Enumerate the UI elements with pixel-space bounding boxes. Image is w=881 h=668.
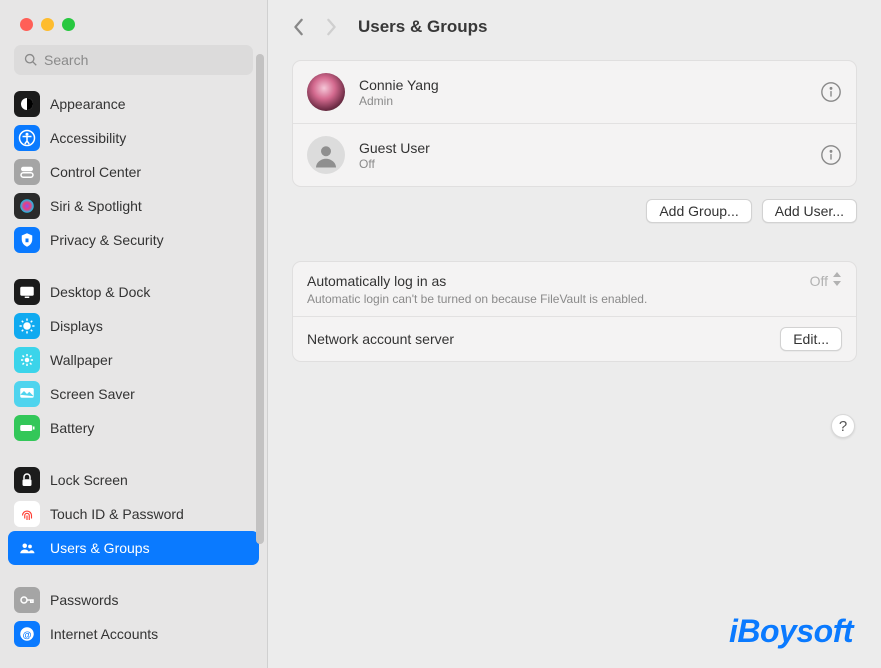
users-icon — [14, 535, 40, 561]
sidebar-item-label: Screen Saver — [50, 386, 135, 402]
sidebar-item-label: Displays — [50, 318, 103, 334]
stepper-icon — [832, 272, 842, 289]
sidebar-item-label: Passwords — [50, 592, 118, 608]
svg-text:@: @ — [23, 630, 32, 640]
sidebar-item-accessibility[interactable]: Accessibility — [8, 121, 259, 155]
sidebar-item-label: Privacy & Security — [50, 232, 164, 248]
sidebar-item-label: Siri & Spotlight — [50, 198, 142, 214]
sidebar-item-label: Touch ID & Password — [50, 506, 184, 522]
wallpaper-icon — [14, 347, 40, 373]
content-pane: Users & Groups Connie YangAdmin Guest Use… — [268, 0, 881, 668]
sidebar-item-users[interactable]: Users & Groups — [8, 531, 259, 565]
user-name: Guest User — [359, 140, 806, 156]
help-button[interactable]: ? — [831, 414, 855, 438]
sidebar-item-label: Appearance — [50, 96, 126, 112]
auto-login-row: Automatically log in as Off Automatic lo… — [293, 262, 856, 316]
user-info: Connie YangAdmin — [359, 77, 806, 108]
info-icon[interactable] — [820, 81, 842, 103]
passwords-icon — [14, 587, 40, 613]
avatar — [307, 136, 345, 174]
sidebar-list: Appearance Accessibility Control Center Sir… — [0, 83, 267, 668]
page-title: Users & Groups — [358, 17, 487, 37]
close-icon[interactable] — [20, 18, 33, 31]
accessibility-icon — [14, 125, 40, 151]
sidebar-item-label: Users & Groups — [50, 540, 150, 556]
minimize-icon[interactable] — [41, 18, 54, 31]
user-role: Off — [359, 157, 806, 171]
sidebar-item-lock[interactable]: Lock Screen — [8, 463, 259, 497]
user-row[interactable]: Connie YangAdmin — [293, 61, 856, 123]
user-info: Guest UserOff — [359, 140, 806, 171]
login-settings-card: Automatically log in as Off Automatic lo… — [292, 261, 857, 362]
watermark: iBoysoft — [729, 613, 853, 650]
back-icon[interactable] — [292, 18, 306, 36]
sidebar-item-label: Lock Screen — [50, 472, 128, 488]
add-user-button[interactable]: Add User... — [762, 199, 857, 223]
sidebar-item-screensaver[interactable]: Screen Saver — [8, 377, 259, 411]
edit-button[interactable]: Edit... — [780, 327, 842, 351]
sidebar-item-wallpaper[interactable]: Wallpaper — [8, 343, 259, 377]
scrollbar[interactable] — [256, 54, 264, 544]
sidebar-item-label: Accessibility — [50, 130, 126, 146]
user-role: Admin — [359, 94, 806, 108]
sidebar-item-touchid[interactable]: Touch ID & Password — [8, 497, 259, 531]
user-name: Connie Yang — [359, 77, 806, 93]
search-input[interactable] — [44, 52, 243, 68]
sidebar-item-label: Desktop & Dock — [50, 284, 150, 300]
network-server-label: Network account server — [307, 331, 454, 347]
sidebar-item-internet[interactable]: @ Internet Accounts — [8, 617, 259, 651]
auto-login-label: Automatically log in as — [307, 273, 446, 289]
fullscreen-icon[interactable] — [62, 18, 75, 31]
siri-icon — [14, 193, 40, 219]
search-field[interactable] — [14, 45, 253, 75]
sidebar-item-control-center[interactable]: Control Center — [8, 155, 259, 189]
user-row[interactable]: Guest UserOff — [293, 123, 856, 186]
sidebar-item-label: Control Center — [50, 164, 141, 180]
avatar — [307, 73, 345, 111]
sidebar-item-label: Internet Accounts — [50, 626, 158, 642]
header: Users & Groups — [292, 0, 857, 54]
forward-icon[interactable] — [324, 18, 338, 36]
control-center-icon — [14, 159, 40, 185]
sidebar-item-desktop[interactable]: Desktop & Dock — [8, 275, 259, 309]
info-icon[interactable] — [820, 144, 842, 166]
network-server-row: Network account server Edit... — [293, 316, 856, 361]
displays-icon — [14, 313, 40, 339]
window-controls — [0, 0, 267, 31]
users-card: Connie YangAdmin Guest UserOff — [292, 60, 857, 187]
lock-icon — [14, 467, 40, 493]
sidebar: Appearance Accessibility Control Center Sir… — [0, 0, 268, 668]
battery-icon — [14, 415, 40, 441]
appearance-icon — [14, 91, 40, 117]
sidebar-item-siri[interactable]: Siri & Spotlight — [8, 189, 259, 223]
internet-icon: @ — [14, 621, 40, 647]
auto-login-value[interactable]: Off — [810, 272, 842, 289]
screensaver-icon — [14, 381, 40, 407]
sidebar-item-displays[interactable]: Displays — [8, 309, 259, 343]
sidebar-item-appearance[interactable]: Appearance — [8, 87, 259, 121]
desktop-icon — [14, 279, 40, 305]
auto-login-note: Automatic login can't be turned on becau… — [307, 292, 842, 306]
sidebar-item-battery[interactable]: Battery — [8, 411, 259, 445]
touchid-icon — [14, 501, 40, 527]
privacy-icon — [14, 227, 40, 253]
add-group-button[interactable]: Add Group... — [646, 199, 751, 223]
sidebar-item-label: Wallpaper — [50, 352, 113, 368]
sidebar-item-label: Battery — [50, 420, 94, 436]
sidebar-item-privacy[interactable]: Privacy & Security — [8, 223, 259, 257]
sidebar-item-passwords[interactable]: Passwords — [8, 583, 259, 617]
search-icon — [24, 53, 38, 67]
